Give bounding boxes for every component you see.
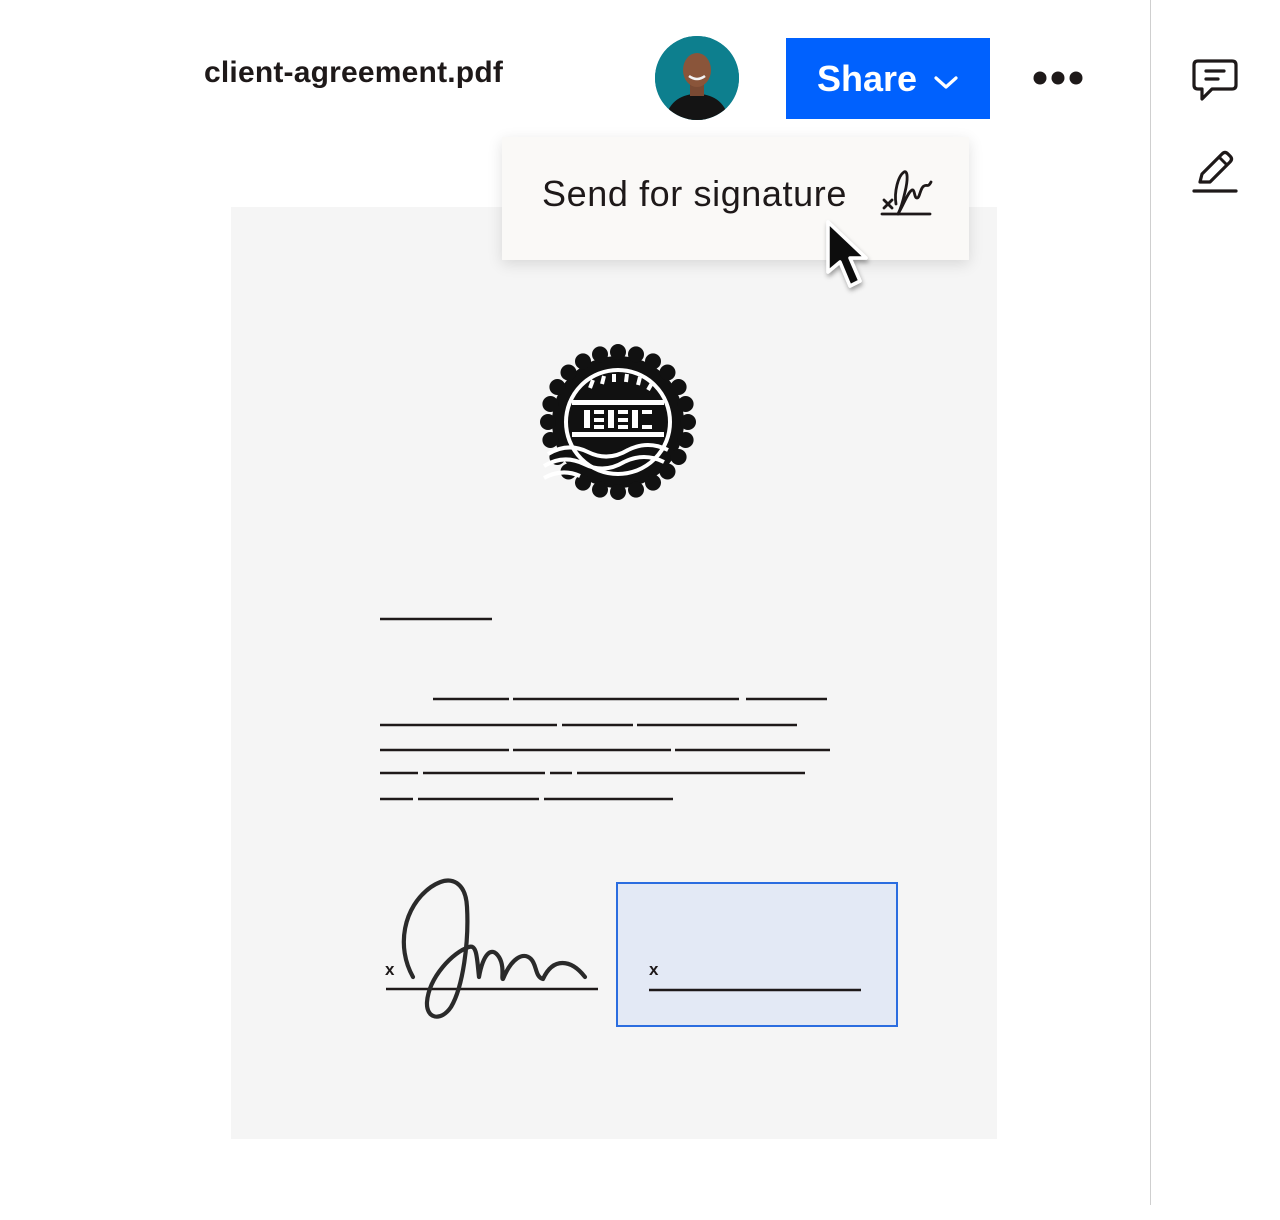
avatar-image [655,36,739,120]
ellipsis-icon [1033,71,1083,85]
share-button[interactable]: Share [786,38,990,119]
edit-button[interactable] [1190,148,1240,201]
more-options-button[interactable] [1028,62,1088,94]
right-rail-divider [1150,0,1151,1205]
share-button-label: Share [816,57,918,99]
file-title: client-agreement.pdf [204,56,504,89]
signed-x-mark: x [385,960,395,979]
handwritten-signature [401,878,588,1019]
chevron-down-icon [933,58,959,100]
signature-field-x-mark: x [649,960,659,979]
comment-icon [1192,59,1238,101]
signature-icon [880,170,933,216]
comment-button[interactable] [1190,57,1240,108]
menu-item-label: Send for signature [542,173,847,214]
avatar[interactable] [655,36,739,120]
signature-field-line [649,988,861,992]
pencil-icon [1192,150,1238,193]
signature-field[interactable]: x [616,882,898,1027]
